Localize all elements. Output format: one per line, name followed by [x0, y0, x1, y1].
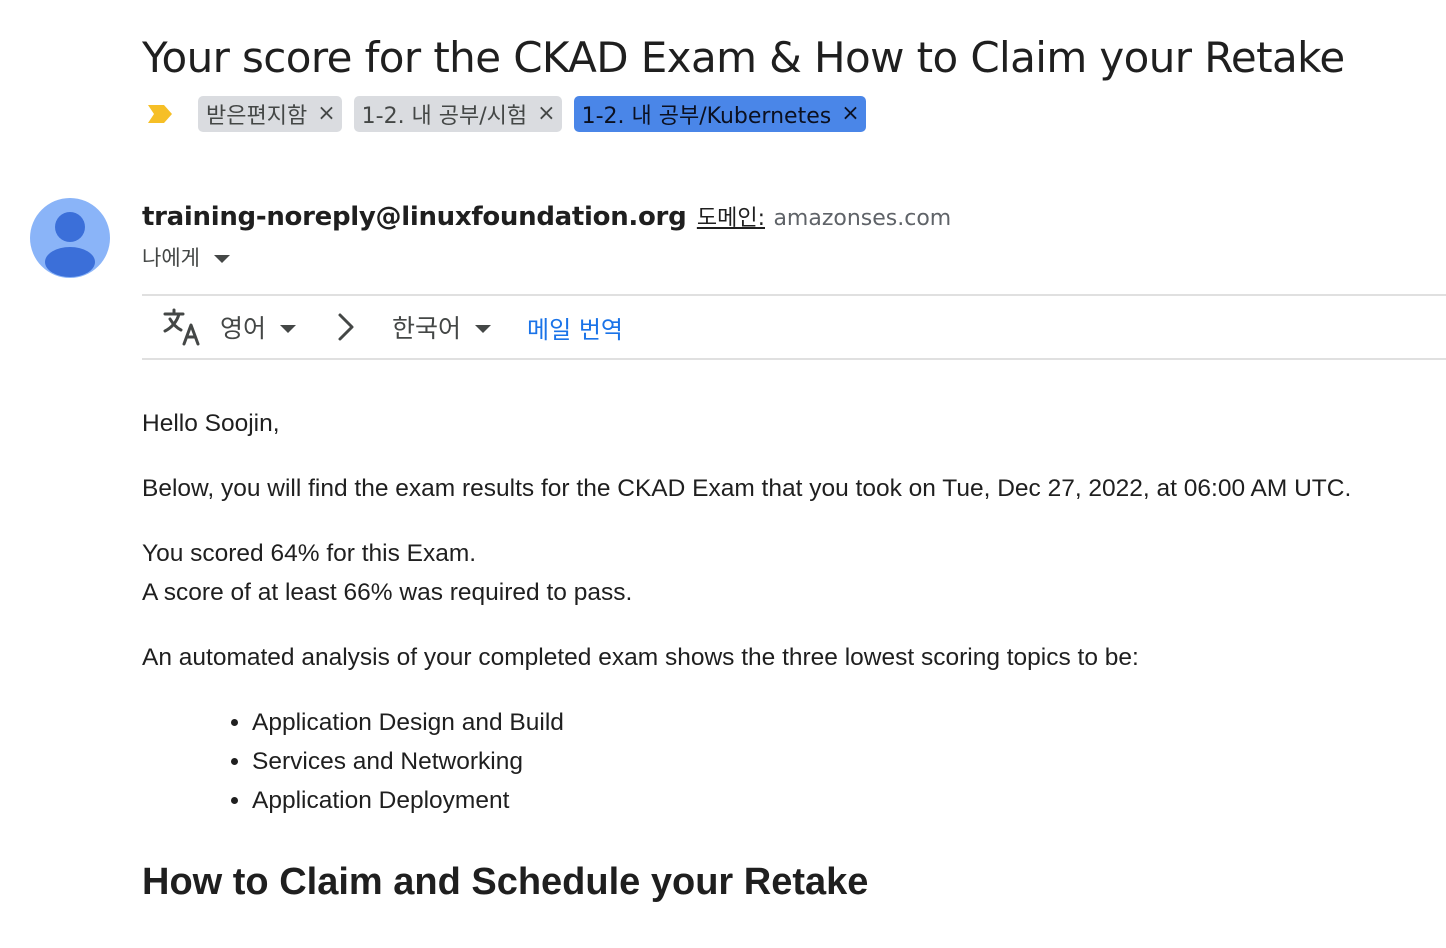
list-item: Application Deployment	[252, 781, 1442, 820]
intro-paragraph: Below, you will find the exam results fo…	[142, 475, 1352, 502]
sender-email[interactable]: training-noreply@linuxfoundation.org	[142, 202, 687, 232]
sender-avatar[interactable]	[30, 198, 110, 278]
label-chip-text: 받은편지함	[206, 104, 308, 129]
list-item: Services and Networking	[252, 742, 1442, 781]
chevron-down-icon	[213, 254, 230, 263]
analysis-paragraph: An automated analysis of your completed …	[142, 644, 1139, 671]
score-line: You scored 64% for this Exam.	[142, 540, 477, 567]
recipient-label: 나에게	[142, 246, 200, 270]
importance-marker-icon[interactable]	[146, 99, 176, 129]
label-chip-inbox: 받은편지함 ×	[198, 96, 342, 132]
greeting: Hello Soojin,	[142, 410, 280, 437]
required-score-line: A score of at least 66% was required to …	[142, 579, 633, 606]
source-language-label: 영어	[220, 314, 267, 343]
translate-message-link[interactable]: 메일 번역	[527, 310, 623, 345]
remove-label-icon[interactable]: ×	[317, 103, 335, 125]
sender-line: training-noreply@linuxfoundation.org 도메인…	[142, 198, 951, 240]
translate-icon	[163, 308, 200, 346]
chevron-down-icon	[475, 324, 492, 333]
lowest-topics-list: Application Design and Build Services an…	[142, 703, 1442, 820]
label-chip-study-exam: 1-2. 내 공부/시험 ×	[353, 96, 562, 132]
message-body: Hello Soojin, Below, you will find the e…	[142, 404, 1442, 906]
label-row: 받은편지함 × 1-2. 내 공부/시험 × 1-2. 내 공부/Kuberne…	[146, 96, 878, 132]
label-chip-text: 1-2. 내 공부/시험	[361, 104, 528, 129]
remove-label-icon[interactable]: ×	[841, 103, 859, 125]
via-domain: amazonses.com	[773, 206, 952, 231]
label-chip-study-kubernetes: 1-2. 내 공부/Kubernetes ×	[573, 96, 866, 132]
chevron-right-icon	[338, 313, 354, 341]
recipient-details-toggle[interactable]: 나에게	[142, 240, 230, 274]
chevron-down-icon	[280, 324, 297, 333]
translate-bar: 영어 한국어 메일 번역	[142, 294, 1446, 360]
email-view: Your score for the CKAD Exam & How to Cl…	[0, 0, 1446, 948]
label-chip-text: 1-2. 내 공부/Kubernetes	[581, 104, 832, 129]
target-language-label: 한국어	[392, 314, 462, 343]
person-icon	[45, 212, 95, 277]
source-language-select[interactable]: 영어	[220, 309, 297, 345]
remove-label-icon[interactable]: ×	[537, 103, 555, 125]
list-item: Application Design and Build	[252, 703, 1442, 742]
target-language-select[interactable]: 한국어	[392, 309, 492, 345]
email-subject: Your score for the CKAD Exam & How to Cl…	[142, 33, 1345, 82]
via-domain-label[interactable]: 도메인:	[697, 206, 765, 231]
retake-section-heading: How to Claim and Schedule your Retake	[142, 861, 869, 903]
